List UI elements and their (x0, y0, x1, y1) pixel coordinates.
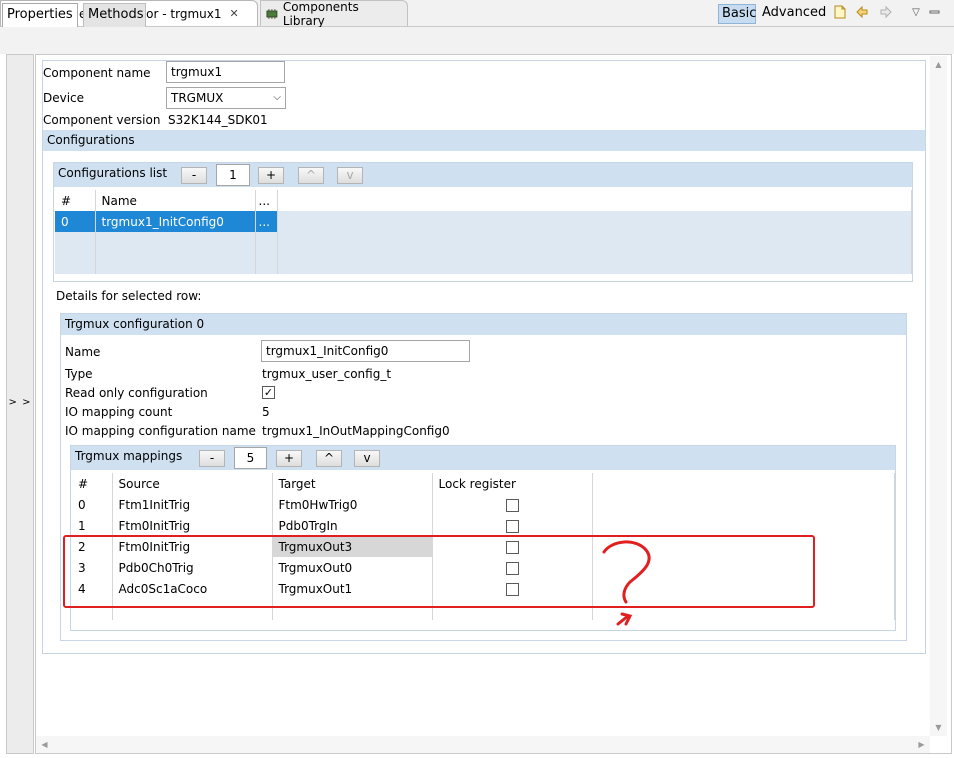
configurations-list-title: Configurations list (58, 166, 168, 180)
scroll-down-icon[interactable]: ▼ (930, 719, 947, 736)
trgmux-config-header: Trgmux configuration 0 (61, 314, 906, 335)
row-source[interactable]: Ftm0InitTrig (112, 515, 273, 536)
lock-register-checkbox[interactable] (505, 561, 519, 575)
sub-tab-strip (0, 27, 954, 54)
configurations-group-header: Configurations (43, 130, 925, 151)
row-source[interactable]: Pdb0Ch0Trig (112, 557, 273, 578)
minimize-icon[interactable] (926, 4, 944, 22)
move-configuration-up-button[interactable]: ^ (298, 167, 324, 184)
lock-register-checkbox[interactable] (505, 519, 519, 533)
column-header-name: Name (95, 190, 256, 211)
table-row[interactable]: 0 trgmux1_InitConfig0 ... (55, 211, 912, 232)
row-index: 3 (72, 557, 113, 578)
column-header-target: Target (272, 473, 433, 494)
tab-methods[interactable]: Methods (83, 3, 146, 27)
add-configuration-button[interactable]: + (258, 167, 284, 184)
column-header-source: Source (112, 473, 273, 494)
collapse-bar[interactable]: > > (6, 54, 34, 754)
tab-components-library[interactable]: Components Library (260, 0, 408, 28)
move-mapping-down-button[interactable]: v (354, 450, 380, 467)
row-index: 0 (72, 494, 113, 515)
row-index: 4 (72, 578, 113, 599)
mappings-table: # Source Target Lock register 0 Ftm1Init… (72, 473, 895, 620)
advanced-mode-button[interactable]: Advanced (759, 4, 826, 24)
move-configuration-down-button[interactable]: v (337, 167, 363, 184)
add-mapping-button[interactable]: + (276, 450, 302, 467)
device-label: Device (43, 91, 85, 105)
config-type-value: trgmux_user_config_t (262, 367, 392, 381)
row-index: 1 (72, 515, 113, 536)
move-mapping-up-button[interactable]: ^ (316, 450, 342, 467)
basic-mode-button[interactable]: Basic (718, 4, 756, 24)
device-value: TRGMUX (171, 91, 224, 105)
lock-register-checkbox[interactable] (505, 498, 519, 512)
table-row[interactable]: 3 Pdb0Ch0Trig TrgmuxOut0 (72, 557, 895, 578)
row-more-button[interactable]: ... (255, 211, 278, 232)
table-header-row: # Name ... (55, 190, 912, 211)
row-source[interactable]: Ftm1InitTrig (112, 494, 273, 515)
trgmux-mappings-title: Trgmux mappings (75, 449, 183, 463)
details-label: Details for selected row: (56, 289, 202, 303)
row-index: 2 (72, 536, 113, 557)
chevron-down-icon: ⌵ (273, 92, 281, 103)
lock-register-checkbox[interactable] (505, 540, 519, 554)
component-version-label: Component version (43, 113, 161, 127)
column-header-index: # (55, 190, 96, 211)
table-row[interactable]: 2 Ftm0InitTrig TrgmuxOut3 (72, 536, 895, 557)
remove-configuration-button[interactable]: - (181, 167, 207, 184)
mappings-count-field[interactable]: 5 (234, 447, 267, 469)
tab-label: Components Library (282, 0, 359, 28)
scroll-left-icon[interactable]: ◀ (36, 736, 53, 753)
row-target[interactable]: TrgmuxOut3 (272, 536, 433, 557)
component-name-label: Component name (43, 66, 151, 80)
table-row[interactable]: 1 Ftm0InitTrig Pdb0TrgIn (72, 515, 895, 536)
config-type-label: Type (65, 367, 93, 381)
row-target[interactable]: Pdb0TrgIn (272, 515, 433, 536)
row-target[interactable]: TrgmuxOut0 (272, 557, 433, 578)
io-mapping-count-value: 5 (262, 405, 270, 419)
new-document-icon[interactable] (831, 4, 849, 22)
config-name-field[interactable]: trgmux1_InitConfig0 (261, 340, 470, 362)
horizontal-scrollbar[interactable]: ◀ ▶ (36, 736, 930, 753)
column-header-more: ... (255, 190, 278, 211)
table-row[interactable]: 4 Adc0Sc1aCoco TrgmuxOut1 (72, 578, 895, 599)
configurations-table: # Name ... 0 trgmux1_InitConfig0 ... (55, 190, 912, 274)
component-name-field[interactable]: trgmux1 (166, 61, 285, 83)
readonly-config-checkbox[interactable]: ✓ (262, 386, 275, 399)
table-row (55, 232, 912, 253)
column-header-index: # (72, 473, 113, 494)
table-row (72, 599, 895, 620)
table-row[interactable]: 0 Ftm1InitTrig Ftm0HwTrig0 (72, 494, 895, 515)
tab-properties[interactable]: Properties (2, 3, 78, 27)
vertical-scrollbar[interactable]: ▲ ▼ (930, 56, 947, 736)
expand-icon: > > (8, 397, 32, 408)
readonly-config-label: Read only configuration (65, 386, 208, 400)
row-source[interactable]: Adc0Sc1aCoco (112, 578, 273, 599)
view-menu-icon[interactable]: ▽ (907, 4, 925, 22)
row-index: 0 (55, 211, 96, 232)
component-icon (266, 8, 278, 19)
lock-register-checkbox[interactable] (505, 582, 519, 596)
table-header-row: # Source Target Lock register (72, 473, 895, 494)
scroll-up-icon[interactable]: ▲ (930, 56, 947, 73)
trgmux-mappings-header: Trgmux mappings (71, 446, 895, 470)
io-mapping-config-label: IO mapping configuration name (65, 424, 256, 438)
row-source[interactable]: Ftm0InitTrig (112, 536, 273, 557)
forward-arrow-icon[interactable] (877, 4, 895, 22)
close-icon[interactable]: ✕ (230, 7, 239, 20)
remove-mapping-button[interactable]: - (199, 450, 225, 467)
table-row (55, 253, 912, 274)
io-mapping-count-label: IO mapping count (65, 405, 173, 419)
back-arrow-icon[interactable] (853, 4, 871, 22)
io-mapping-config-value: trgmux1_InOutMappingConfig0 (262, 424, 450, 438)
row-target[interactable]: TrgmuxOut1 (272, 578, 433, 599)
scroll-right-icon[interactable]: ▶ (913, 736, 930, 753)
component-version-value: S32K144_SDK01 (168, 113, 268, 127)
row-target[interactable]: Ftm0HwTrig0 (272, 494, 433, 515)
device-select[interactable]: TRGMUX ⌵ (166, 87, 286, 109)
config-name-label: Name (65, 345, 101, 359)
column-header-lock-register: Lock register (432, 473, 593, 494)
configurations-count-field[interactable]: 1 (216, 164, 250, 186)
row-name: trgmux1_InitConfig0 (95, 211, 256, 232)
